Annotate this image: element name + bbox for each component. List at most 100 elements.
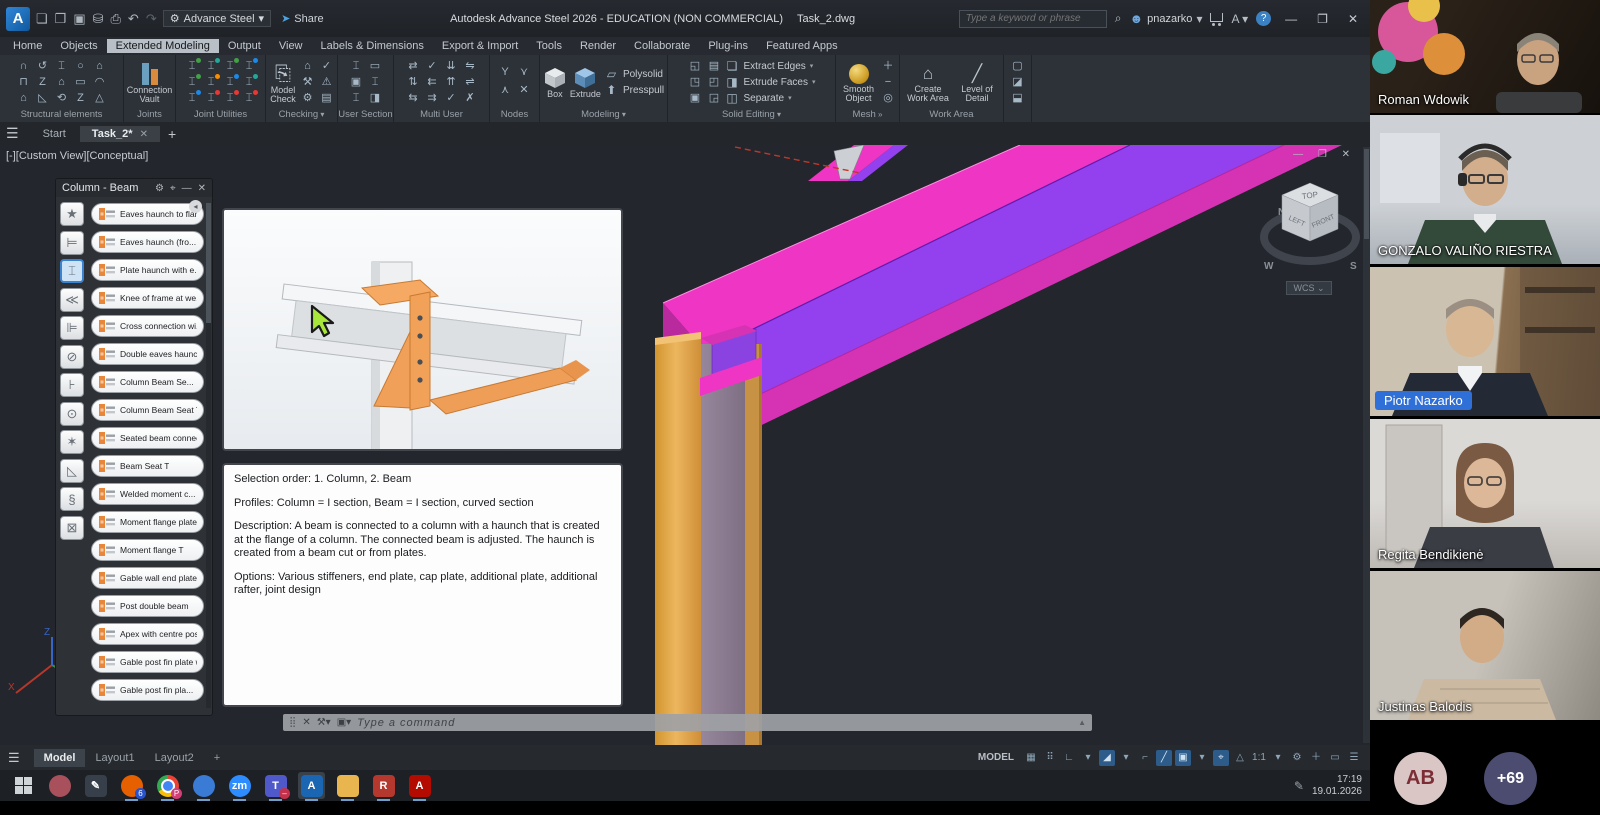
ribbon-tab[interactable]: Tools <box>527 39 571 53</box>
ribbon-tab[interactable]: Plug-ins <box>699 39 757 53</box>
status-toggle-icon[interactable]: ＋ <box>1308 750 1324 766</box>
connection-vault-button[interactable]: Connection Vault <box>127 60 173 105</box>
solid-editing-icon[interactable]: ◲ <box>707 91 722 106</box>
layout-tab[interactable]: Layout2 <box>145 749 204 767</box>
status-toggle-icon[interactable]: ∟ <box>1061 750 1077 766</box>
status-toggle-icon[interactable]: ▾ <box>1270 750 1286 766</box>
checking-tool-icon[interactable]: ⚙ <box>300 91 315 106</box>
joint-utility-icon[interactable]: ⌶ <box>223 91 238 106</box>
plot-icon[interactable]: ⎙ <box>111 11 121 27</box>
joint-utility-icon[interactable]: ⌶ <box>204 59 219 74</box>
connection-list-item[interactable]: Moment flange T <box>91 539 204 561</box>
chrome-icon[interactable]: P <box>154 772 181 799</box>
checking-tool-icon[interactable]: ▤ <box>319 91 334 106</box>
help-icon[interactable]: ? <box>1256 11 1271 26</box>
structural-tool-icon[interactable]: ⌂ <box>16 91 31 106</box>
structural-tool-icon[interactable]: ⌶ <box>54 59 69 74</box>
close-tab-icon[interactable]: ✕ <box>140 129 148 140</box>
multi-user-icon[interactable]: ⇅ <box>406 75 421 90</box>
structural-tool-icon[interactable]: ⌂ <box>92 59 107 74</box>
solid-editing-icon[interactable]: ▤ <box>707 59 722 74</box>
multi-user-icon[interactable]: ⇌ <box>463 75 478 90</box>
layout-tab[interactable]: Model <box>34 749 86 767</box>
palette-settings-icon[interactable]: ⚙ <box>155 183 164 194</box>
file-explorer-icon[interactable] <box>334 772 361 799</box>
app-menu-button[interactable]: A <box>6 7 30 31</box>
participant-video[interactable]: Roman Wdowik <box>1370 0 1600 113</box>
new-drawing-icon[interactable]: + <box>168 126 176 142</box>
user-section-icon[interactable]: ▣ <box>349 75 364 90</box>
close-button[interactable]: ✕ <box>1342 12 1364 26</box>
connection-list-item[interactable]: Gable post fin pla... <box>91 679 204 701</box>
participant-avatar[interactable]: AB <box>1394 752 1447 805</box>
multi-user-icon[interactable]: ⇄ <box>406 59 421 74</box>
presspull-button[interactable]: ⬆Presspull <box>604 83 664 98</box>
status-toggle-icon[interactable]: ⚙ <box>1289 750 1305 766</box>
minimize-button[interactable]: — <box>1279 12 1303 26</box>
mesh-tool-icon[interactable]: ＋ <box>881 59 896 74</box>
joint-utility-icon[interactable]: ⌶ <box>242 91 257 106</box>
level-of-detail-button[interactable]: ╱ Level of Detail <box>955 61 999 104</box>
participant-video[interactable]: GONZALO VALIÑO RIESTRA <box>1370 115 1600 264</box>
status-toggle-icon[interactable]: ▣ <box>1175 750 1191 766</box>
drawing-viewport[interactable]: Z X [-][Custom View][Conceptual] — ❐ ✕ N… <box>0 145 1370 745</box>
viewport-scrollbar[interactable] <box>1363 147 1370 743</box>
palette-minimize-icon[interactable]: — <box>182 183 192 194</box>
command-line[interactable]: ⣿ ✕ ⚒▾ ▣▾ Type a command ▲ <box>283 714 1092 731</box>
command-input[interactable]: Type a command <box>357 717 1072 729</box>
mesh-tool-icon[interactable]: ◎ <box>881 91 896 106</box>
status-toggle-icon[interactable]: ⌐ <box>1137 750 1153 766</box>
save-icon[interactable]: ▣ <box>73 11 85 27</box>
multi-user-icon[interactable]: ⇉ <box>425 91 440 106</box>
connection-list-item[interactable]: Gable wall end plate <box>91 567 204 589</box>
ribbon-tab[interactable]: Export & Import <box>433 39 527 53</box>
file-tabs-menu-icon[interactable]: ☰ <box>6 125 19 142</box>
joint-utility-icon[interactable]: ⌶ <box>185 75 200 90</box>
workspace-selector[interactable]: ⚙ Advance Steel ▾ <box>163 10 271 27</box>
paint-app-icon[interactable] <box>46 772 73 799</box>
joint-utility-icon[interactable]: ⌶ <box>185 91 200 106</box>
palette-category-button[interactable]: ⊘ <box>60 345 84 369</box>
multi-user-icon[interactable]: ✓ <box>444 91 459 106</box>
search-input[interactable] <box>959 10 1107 28</box>
status-toggle-icon[interactable]: 1:1 <box>1251 750 1267 766</box>
multi-user-icon[interactable]: ⇇ <box>425 75 440 90</box>
palette-scrollbar[interactable] <box>206 203 211 708</box>
layout-tab[interactable]: Layout1 <box>85 749 144 767</box>
advance-steel-icon[interactable]: A <box>298 772 325 799</box>
redo-icon[interactable]: ↷ <box>146 11 157 27</box>
ribbon-tab[interactable]: Render <box>571 39 625 53</box>
r-app-icon[interactable]: R <box>370 772 397 799</box>
participant-video[interactable]: Justinas Balodis <box>1370 571 1600 720</box>
new-file-icon[interactable]: ❏ <box>36 11 48 27</box>
palette-category-button[interactable]: ★ <box>60 202 84 226</box>
ribbon-tab[interactable]: Featured Apps <box>757 39 847 53</box>
wcs-selector[interactable]: WCS ⌄ <box>1286 281 1332 295</box>
node-tool-icon[interactable]: ⋏ <box>498 83 513 98</box>
teams-icon[interactable]: T – <box>262 772 289 799</box>
connection-list-item[interactable]: Cross connection wi... <box>91 315 204 337</box>
search-icon[interactable]: ⌕ <box>1115 11 1122 26</box>
connection-list-item[interactable]: Beam Seat T <box>91 455 204 477</box>
connection-list-item[interactable]: Column Beam Se... <box>91 371 204 393</box>
status-toggle-icon[interactable]: ▾ <box>1080 750 1096 766</box>
connection-list-item[interactable]: Post double beam <box>91 595 204 617</box>
solid-editing-icon[interactable]: ◳ <box>688 75 703 90</box>
ribbon-tab[interactable]: Collaborate <box>625 39 699 53</box>
zoom-icon[interactable]: zm <box>226 772 253 799</box>
structural-tool-icon[interactable]: ⌂ <box>54 75 69 90</box>
status-toggle-icon[interactable]: ⌖ <box>1213 750 1229 766</box>
connection-list-item[interactable]: Knee of frame at we... <box>91 287 204 309</box>
layout-menu-icon[interactable]: ☰ <box>8 750 20 766</box>
command-close-icon[interactable]: ✕ <box>302 717 310 728</box>
checking-tool-icon[interactable]: ⚠ <box>319 75 334 90</box>
status-toggle-icon[interactable]: ◢ <box>1099 750 1115 766</box>
ribbon-tab[interactable]: Output <box>219 39 270 53</box>
solid-editing-icon[interactable]: ▣ <box>688 91 703 106</box>
viewport-controls-label[interactable]: [-][Custom View][Conceptual] <box>6 150 148 162</box>
multi-user-icon[interactable]: ✓ <box>425 59 440 74</box>
palette-category-button[interactable]: ◺ <box>60 459 84 483</box>
checking-tool-icon[interactable]: ✓ <box>319 59 334 74</box>
joint-utility-icon[interactable]: ⌶ <box>185 59 200 74</box>
extrude-button[interactable]: Extrude <box>570 64 601 100</box>
